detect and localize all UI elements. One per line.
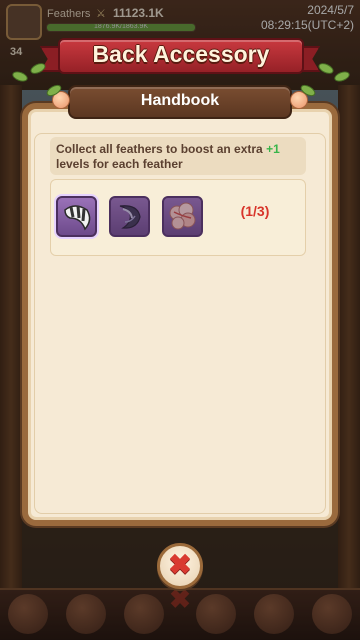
close-icon: ✖ xyxy=(168,549,192,580)
feather-slot-1[interactable] xyxy=(56,196,97,237)
dialog-title: Handbook xyxy=(140,92,220,109)
feather-slot-2[interactable] xyxy=(109,196,150,237)
description-text-end: levels for each feather xyxy=(56,157,183,171)
page-title: Back Accessory xyxy=(92,41,270,67)
description-text-start: Collect all feathers to boost an extra xyxy=(56,142,267,156)
collection-progress: (1/3) xyxy=(240,203,270,219)
close-button[interactable]: ✖ xyxy=(157,543,203,589)
handbook-description: Collect all feathers to boost an extra +… xyxy=(56,142,306,172)
moon-feather-icon xyxy=(119,205,141,229)
feather-slot-3[interactable] xyxy=(162,196,203,237)
level-bonus-value: +1 xyxy=(266,142,280,156)
striped-feather-icon xyxy=(64,205,91,231)
pink-plume-icon xyxy=(169,202,196,230)
